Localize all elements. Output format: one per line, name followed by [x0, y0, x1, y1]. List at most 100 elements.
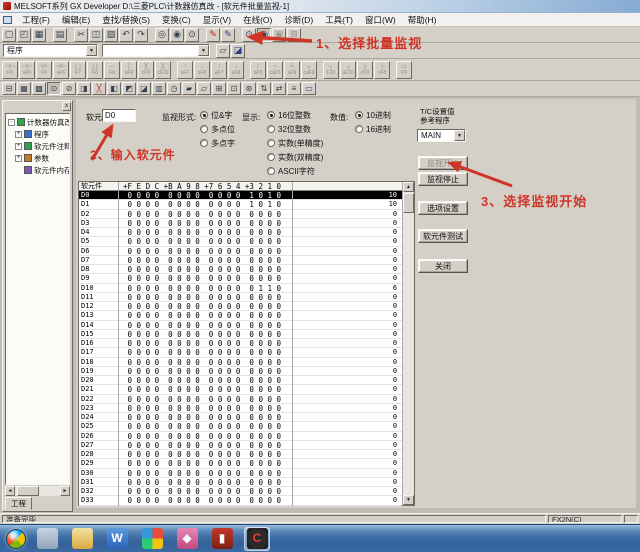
table-row[interactable]: D31 0 0 0 0 0 0 0 0 0 0 0 0 0 0 0 0 0 — [79, 478, 402, 487]
clock-button[interactable]: ◷ — [167, 82, 181, 95]
menu-item[interactable]: 窗口(W) — [359, 14, 402, 26]
ladder-symbol-button[interactable]: ▭ F5 — [396, 61, 412, 79]
table-row[interactable]: D14 0 0 0 0 0 0 0 0 0 0 0 0 0 0 0 0 0 — [79, 321, 402, 330]
tb4-button-11[interactable]: ▥ — [152, 82, 166, 95]
display-radio[interactable]: 实数(单精度) — [267, 136, 323, 150]
monitor-stop-button[interactable]: ╳ — [92, 82, 106, 95]
scroll-thumb[interactable] — [17, 486, 39, 496]
ladder-edit-button[interactable]: ✎ — [221, 28, 235, 42]
taskbar-app-system[interactable] — [34, 527, 60, 551]
find-replace-button[interactable]: ◉ — [170, 28, 184, 42]
taskbar-app-w[interactable]: W — [104, 527, 130, 551]
expand-icon[interactable]: + — [15, 155, 22, 162]
close-button[interactable]: 关闭 — [418, 259, 468, 273]
ladder-symbol-button[interactable]: ⊣/⊢ F6 — [36, 61, 52, 79]
table-row[interactable]: D10 0 0 0 0 0 0 0 0 0 0 0 0 0 1 1 0 6 — [79, 284, 402, 293]
ladder-symbol-button[interactable]: ↓ aF8 — [228, 61, 244, 79]
tb4-button-16[interactable]: ⊡ — [227, 82, 241, 95]
menu-item[interactable]: 帮助(H) — [402, 14, 443, 26]
table-row[interactable]: D18 0 0 0 0 0 0 0 0 0 0 0 0 0 0 0 0 0 — [79, 358, 402, 367]
menu-item[interactable]: 编辑(E) — [56, 14, 96, 26]
table-row[interactable]: D7 0 0 0 0 0 0 0 0 0 0 0 0 0 0 0 0 0 — [79, 256, 402, 265]
table-row[interactable]: D25 0 0 0 0 0 0 0 0 0 0 0 0 0 0 0 0 0 — [79, 422, 402, 431]
ladder-symbol-button[interactable]: ( ) F7 — [70, 61, 86, 79]
tree-item[interactable]: + 程序 — [8, 128, 69, 140]
device-test-button[interactable]: 软元件测试 — [418, 229, 468, 243]
chevron-down-icon[interactable]: ▼ — [198, 45, 209, 56]
chevron-down-icon[interactable]: ▼ — [86, 45, 97, 56]
ladder-symbol-button[interactable]: ├ cF8 — [374, 61, 390, 79]
tree-hscrollbar[interactable]: ◄ ► — [5, 486, 70, 496]
ladder-symbol-button[interactable]: ┐ F10 — [323, 61, 339, 79]
table-row[interactable]: D8 0 0 0 0 0 0 0 0 0 0 0 0 0 0 0 0 0 — [79, 265, 402, 274]
table-row[interactable]: D19 0 0 0 0 0 0 0 0 0 0 0 0 0 0 0 0 0 — [79, 367, 402, 376]
data-combo[interactable]: ▼ — [102, 44, 210, 57]
table-row[interactable]: D11 0 0 0 0 0 0 0 0 0 0 0 0 0 0 0 0 0 — [79, 293, 402, 302]
table-row[interactable]: D33 0 0 0 0 0 0 0 0 0 0 0 0 0 0 0 0 0 — [79, 496, 402, 505]
display-radio[interactable]: 实数(双精度) — [267, 150, 323, 164]
ladder-symbol-button[interactable]: ⊣/⊢ sF6 — [53, 61, 69, 79]
monitor-button[interactable]: ⊙ — [242, 28, 256, 42]
new-window-button[interactable]: ▱ — [216, 44, 230, 58]
taskbar-app-gx-developer[interactable]: C — [244, 527, 270, 551]
menu-item[interactable]: 变换(C) — [156, 14, 197, 26]
param-list-button[interactable]: ▦ — [17, 82, 31, 95]
chevron-down-icon[interactable]: ▼ — [454, 130, 465, 141]
table-row[interactable]: D24 0 0 0 0 0 0 0 0 0 0 0 0 0 0 0 0 0 — [79, 413, 402, 422]
comment-window-button[interactable]: ◪ — [231, 44, 245, 58]
ladder-symbol-button[interactable]: ↑ aF7 — [211, 61, 227, 79]
monitor-write-button[interactable]: ⊘ — [62, 82, 76, 95]
tb4-button-17[interactable]: ⊛ — [242, 82, 256, 95]
table-row[interactable]: D4 0 0 0 0 0 0 0 0 0 0 0 0 0 0 0 0 0 — [79, 228, 402, 237]
read-mode-button[interactable]: ◨ — [77, 82, 91, 95]
tb4-button-14[interactable]: ▱ — [197, 82, 211, 95]
ladder-symbol-button[interactable]: │ sF9 — [121, 61, 137, 79]
ladder-symbol-button[interactable]: ─ F9 — [104, 61, 120, 79]
tb4-button-10[interactable]: ◪ — [137, 82, 151, 95]
new-button[interactable]: ▢ — [2, 28, 16, 42]
table-row[interactable]: D13 0 0 0 0 0 0 0 0 0 0 0 0 0 0 0 0 0 — [79, 311, 402, 320]
monitor-start-button[interactable]: 监视开始 — [418, 156, 468, 170]
redo-button[interactable]: ↷ — [134, 28, 148, 42]
tree-root-item[interactable]: - 计数器仿真改 — [8, 116, 69, 128]
table-row[interactable]: D15 0 0 0 0 0 0 0 0 0 0 0 0 0 0 0 0 0 — [79, 330, 402, 339]
tree-item[interactable]: + 软元件注释 — [8, 140, 69, 152]
save-button[interactable]: ▦ — [32, 28, 46, 42]
monitor-rw-button[interactable]: ▣ — [272, 28, 286, 42]
table-row[interactable]: D28 0 0 0 0 0 0 0 0 0 0 0 0 0 0 0 0 0 — [79, 450, 402, 459]
format-radio[interactable]: 位&字 — [200, 108, 235, 122]
tb4-button-15[interactable]: ⊞ — [212, 82, 226, 95]
start-button[interactable] — [6, 529, 26, 549]
ladder-symbol-button[interactable]: / aF5 — [250, 61, 266, 79]
ladder-symbol-button[interactable]: ↓ sF8 — [194, 61, 210, 79]
swap-button[interactable]: ⇄ — [272, 82, 286, 95]
display-radio[interactable]: 32位整数 — [267, 122, 323, 136]
ladder-symbol-button[interactable]: ┬ caF9 — [301, 61, 317, 79]
scroll-up-icon[interactable]: ▲ — [403, 182, 414, 192]
ladder-symbol-button[interactable]: ⊣⊢ F5 — [2, 61, 18, 79]
ladder-symbol-button[interactable]: ↑ sF7 — [177, 61, 193, 79]
value-radio[interactable]: 16进制 — [355, 122, 391, 136]
value-radio[interactable]: 10进制 — [355, 108, 391, 122]
find-button[interactable]: ◎ — [155, 28, 169, 42]
tb4-button-8[interactable]: ◧ — [107, 82, 121, 95]
table-row[interactable]: D17 0 0 0 0 0 0 0 0 0 0 0 0 0 0 0 0 0 — [79, 348, 402, 357]
ladder-symbol-button[interactable]: [ ] F8 — [87, 61, 103, 79]
title-bar[interactable]: MELSOFT系列 GX Developer D:\三菱PLC\计数器仿真改 -… — [0, 0, 640, 13]
table-row[interactable]: D2 0 0 0 0 0 0 0 0 0 0 0 0 0 0 0 0 0 — [79, 210, 402, 219]
table-scrollbar[interactable]: ▲ ▼ — [402, 182, 414, 505]
list-button[interactable]: ≡ — [287, 82, 301, 95]
undo-button[interactable]: ↶ — [119, 28, 133, 42]
table-row[interactable]: D6 0 0 0 0 0 0 0 0 0 0 0 0 0 0 0 0 0 — [79, 247, 402, 256]
table-row[interactable]: D0 0 0 0 0 0 0 0 0 0 0 0 0 1 0 1 0 10 — [79, 191, 402, 200]
copy-button[interactable]: ◫ — [89, 28, 103, 42]
tree-item[interactable]: + 参数 — [8, 152, 69, 164]
ladder-symbol-button[interactable]: ⊣⊢ sF5 — [19, 61, 35, 79]
cut-button[interactable]: ✂ — [74, 28, 88, 42]
format-radio[interactable]: 多点位 — [200, 122, 235, 136]
ladder-symbol-button[interactable]: ~ caF5 — [267, 61, 283, 79]
ladder-symbol-button[interactable]: ┴ aF9 — [284, 61, 300, 79]
table-row[interactable]: D26 0 0 0 0 0 0 0 0 0 0 0 0 0 0 0 0 0 — [79, 432, 402, 441]
table-row[interactable]: D16 0 0 0 0 0 0 0 0 0 0 0 0 0 0 0 0 0 — [79, 339, 402, 348]
close-icon[interactable]: x — [62, 102, 71, 111]
